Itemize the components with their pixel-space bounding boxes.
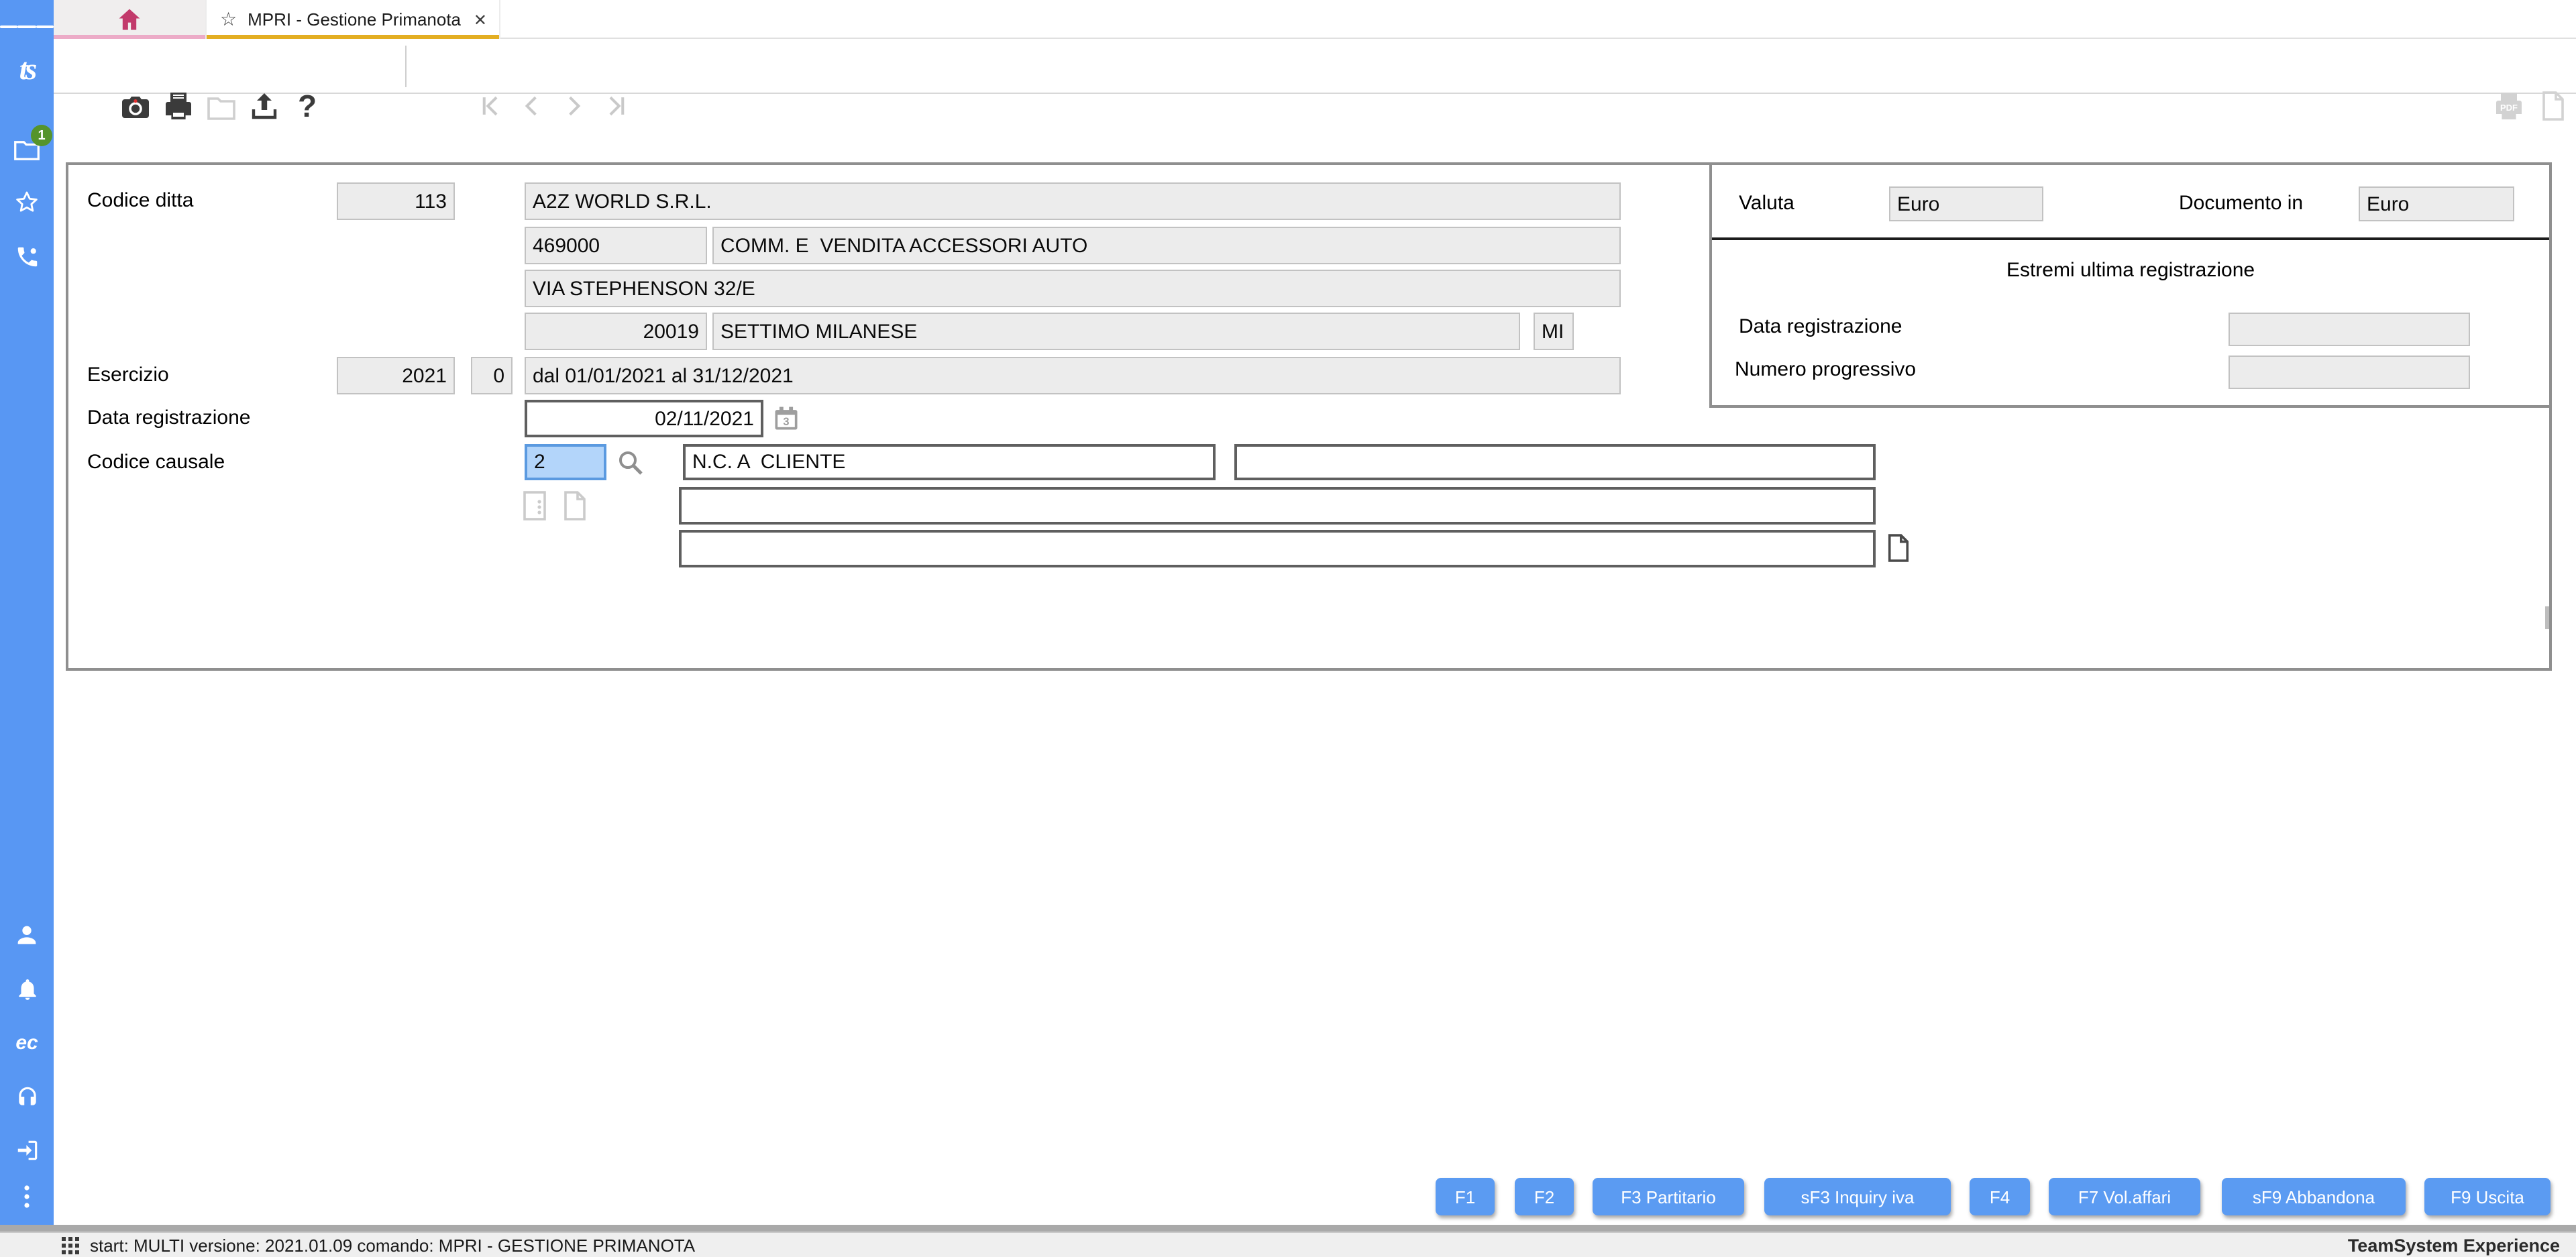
activity-description-field: COMM. E VENDITA ACCESSORI AUTO <box>712 227 1621 264</box>
company-name-field: A2Z WORLD S.R.L. <box>525 182 1621 220</box>
tab-title: MPRI - Gestione Primanota <box>248 9 462 30</box>
help-icon[interactable]: ? <box>291 90 323 122</box>
numero-progressivo-field <box>2229 356 2470 389</box>
esercizio-year-field: 2021 <box>337 357 455 394</box>
nav-next-icon[interactable] <box>558 90 590 122</box>
status-text: start: MULTI versione: 2021.01.09 comand… <box>90 1235 696 1255</box>
document-icon[interactable] <box>2537 90 2569 122</box>
svg-text:3: 3 <box>783 416 789 428</box>
estremi-section-title: Estremi ultima registrazione <box>2006 259 2255 282</box>
upload-icon[interactable] <box>248 90 280 122</box>
city-field: SETTIMO MILANESE <box>712 313 1520 350</box>
phone-icon[interactable] <box>0 243 54 270</box>
note-field-1[interactable] <box>679 487 1876 525</box>
estremi-data-registrazione-field <box>2229 313 2470 346</box>
horizontal-scrollbar[interactable] <box>0 1225 2576 1232</box>
folder-icon[interactable] <box>205 90 237 122</box>
exit-icon[interactable] <box>0 1136 54 1163</box>
esercizio-period-field: dal 01/01/2021 al 31/12/2021 <box>525 357 1621 394</box>
blank-document-icon[interactable] <box>562 490 588 522</box>
documento-in-field: Euro <box>2359 186 2514 221</box>
tab-bar: ☆ MPRI - Gestione Primanota ✕ <box>54 0 2576 39</box>
sf3-inquiry-iva-button[interactable]: sF3 Inquiry iva <box>1764 1178 1951 1215</box>
primanota-form: Codice ditta Esercizio Data registrazion… <box>66 162 2552 671</box>
nav-first-icon[interactable] <box>474 90 506 122</box>
tab-home[interactable] <box>54 0 205 39</box>
ec-logo[interactable]: ec <box>0 1029 54 1056</box>
sf9-abbandona-button[interactable]: sF9 Abbandona <box>2222 1178 2406 1215</box>
nav-last-icon[interactable] <box>601 90 633 122</box>
bell-icon[interactable] <box>0 975 54 1002</box>
province-field: MI <box>1534 313 1574 350</box>
menu-icon[interactable] <box>0 16 54 38</box>
close-icon[interactable]: ✕ <box>474 10 487 29</box>
note-field-2[interactable] <box>679 530 1876 567</box>
causale-extra-field[interactable] <box>1234 444 1876 480</box>
more-dots-icon[interactable] <box>0 1185 54 1208</box>
headset-icon[interactable] <box>0 1083 54 1109</box>
panel-divider <box>1712 237 2549 240</box>
status-bar: start: MULTI versione: 2021.01.09 comand… <box>0 1232 2576 1257</box>
f9-uscita-button[interactable]: F9 Uscita <box>2424 1178 2551 1215</box>
camera-icon[interactable] <box>119 90 152 122</box>
f4-button[interactable]: F4 <box>1970 1178 2030 1215</box>
esercizio-label: Esercizio <box>87 364 169 386</box>
valuta-label: Valuta <box>1739 192 1794 215</box>
address-field: VIA STEPHENSON 32/E <box>525 270 1621 307</box>
tab-mpri-gestione-primanota[interactable]: ☆ MPRI - Gestione Primanota ✕ <box>205 0 500 39</box>
f1-button[interactable]: F1 <box>1436 1178 1495 1215</box>
f2-button[interactable]: F2 <box>1515 1178 1574 1215</box>
f3-partitario-button[interactable]: F3 Partitario <box>1593 1178 1744 1215</box>
data-registrazione-label: Data registrazione <box>87 406 251 429</box>
codice-causale-label: Codice causale <box>87 451 225 474</box>
valuta-panel: Valuta Euro Documento in Euro Estremi ul… <box>1709 165 2549 408</box>
vertical-scrollbar-thumb[interactable] <box>2545 606 2549 629</box>
toolbar-divider <box>405 46 407 87</box>
calendar-icon[interactable]: 3 <box>771 404 801 433</box>
activity-code-field: 469000 <box>525 227 707 264</box>
codice-ditta-label: Codice ditta <box>87 189 194 212</box>
numero-progressivo-label: Numero progressivo <box>1735 358 1917 381</box>
app-window: ts 1 ec ☆ MPRI - Gestione Primanota ✕ ? … <box>0 0 2576 1257</box>
user-icon[interactable] <box>0 922 54 948</box>
print-icon[interactable] <box>162 90 195 122</box>
search-icon[interactable] <box>614 447 647 479</box>
sidebar: ts 1 ec <box>0 0 54 1225</box>
documento-in-label: Documento in <box>2179 192 2304 215</box>
valuta-field: Euro <box>1889 186 2043 221</box>
company-code-field: 113 <box>337 182 455 220</box>
esercizio-sub-field: 0 <box>471 357 513 394</box>
estremi-data-registrazione-label: Data registrazione <box>1739 315 1902 338</box>
list-note-icon[interactable] <box>522 490 547 522</box>
star-icon[interactable] <box>0 189 54 216</box>
teamsystem-experience-brand: TeamSystem Experience <box>2347 1235 2560 1255</box>
teamsystem-logo[interactable]: ts <box>0 51 54 89</box>
pdf-print-icon[interactable]: PDF <box>2493 90 2525 122</box>
nav-prev-icon[interactable] <box>515 90 547 122</box>
home-icon <box>119 9 140 30</box>
svg-text:PDF: PDF <box>2500 103 2518 113</box>
causale-code-input[interactable]: 2 <box>525 444 606 480</box>
f7-vol-affari-button[interactable]: F7 Vol.affari <box>2049 1178 2200 1215</box>
causale-description-field[interactable]: N.C. A CLIENTE <box>683 444 1216 480</box>
app-grid-icon[interactable] <box>62 1236 79 1254</box>
folder-icon[interactable]: 1 <box>0 125 54 162</box>
favorite-star-icon[interactable]: ☆ <box>220 8 237 31</box>
notification-badge: 1 <box>31 125 52 146</box>
cap-field: 20019 <box>525 313 707 350</box>
data-registrazione-input[interactable]: 02/11/2021 <box>525 400 763 437</box>
toolbar: ? PDF <box>54 39 2576 122</box>
attachment-document-icon[interactable] <box>1886 533 1911 563</box>
